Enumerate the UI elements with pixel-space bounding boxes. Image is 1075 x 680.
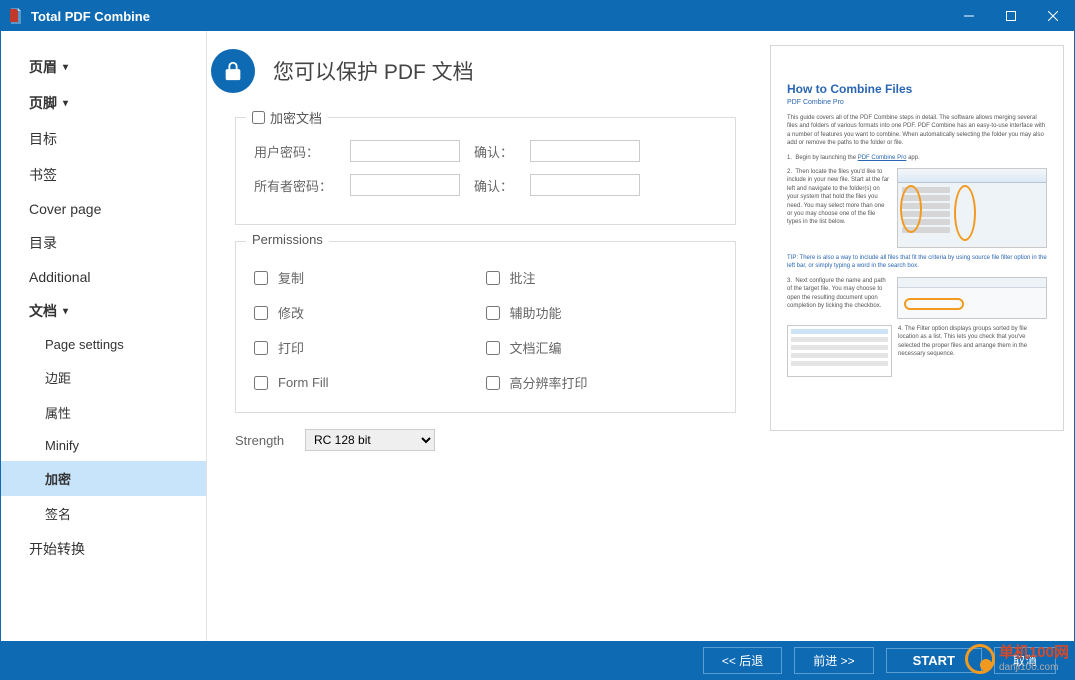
sidebar-item[interactable]: 属性	[1, 395, 206, 430]
encrypt-enable-checkbox[interactable]	[252, 111, 265, 124]
sidebar-item-label: 目标	[29, 129, 57, 149]
sidebar-item-label: 页脚	[29, 93, 57, 113]
sidebar-item[interactable]: 签名	[1, 496, 206, 531]
page-title: 您可以保护 PDF 文档	[273, 56, 474, 86]
permission-checkbox[interactable]	[486, 271, 500, 285]
permission-item[interactable]: 文档汇编	[486, 338, 718, 357]
user-password-confirm-label: 确认：	[474, 142, 530, 161]
sidebar-item-label: 加密	[45, 469, 71, 488]
sidebar-item[interactable]: 页眉 ▾	[1, 49, 206, 85]
sidebar-item-label: Cover page	[29, 201, 101, 217]
permission-item[interactable]: 辅助功能	[486, 303, 718, 322]
sidebar-item-label: Additional	[29, 269, 91, 285]
preview-subtitle: PDF Combine Pro	[787, 99, 1047, 106]
sidebar-item[interactable]: 页脚 ▾	[1, 85, 206, 121]
user-password-label: 用户密码：	[254, 142, 350, 161]
user-password-confirm-input[interactable]	[530, 140, 640, 162]
maximize-button[interactable]	[990, 1, 1032, 31]
next-button[interactable]: 前进 >>	[794, 647, 873, 674]
permissions-legend: Permissions	[252, 232, 323, 247]
app-icon	[7, 7, 25, 25]
caret-down-icon: ▾	[63, 62, 68, 73]
sidebar-item[interactable]: Cover page	[1, 193, 206, 225]
owner-password-confirm-label: 确认：	[474, 176, 530, 195]
sidebar-item-label: 文档	[29, 301, 57, 321]
sidebar-item-label: 边距	[45, 368, 71, 387]
permission-checkbox[interactable]	[254, 271, 268, 285]
preview-pane: How to Combine Files PDF Combine Pro Thi…	[770, 45, 1064, 431]
sidebar-item[interactable]: 加密	[1, 461, 206, 496]
start-button[interactable]: START	[886, 648, 982, 673]
sidebar-item-label: 签名	[45, 504, 71, 523]
back-button[interactable]: << 后退	[703, 647, 782, 674]
cancel-button[interactable]: 取消	[994, 647, 1056, 674]
permission-label: 辅助功能	[510, 303, 562, 322]
footer: << 后退 前进 >> START 取消	[1, 641, 1074, 679]
permission-label: 修改	[278, 303, 304, 322]
permission-item[interactable]: 修改	[254, 303, 486, 322]
caret-down-icon: ▾	[63, 306, 68, 317]
permission-item[interactable]: 打印	[254, 338, 486, 357]
permission-checkbox[interactable]	[486, 341, 500, 355]
permission-label: 文档汇编	[510, 338, 562, 357]
minimize-button[interactable]	[948, 1, 990, 31]
permission-label: Form Fill	[278, 375, 329, 390]
sidebar-item-label: 书签	[29, 165, 57, 185]
encrypt-legend: 加密文档	[270, 108, 322, 127]
owner-password-label: 所有者密码：	[254, 176, 350, 195]
window-title: Total PDF Combine	[31, 9, 150, 24]
permission-item[interactable]: 高分辨率打印	[486, 373, 718, 392]
sidebar-item[interactable]: Minify	[1, 430, 206, 461]
sidebar: 页眉 ▾ 页脚 ▾ 目标书签 Cover page 目录 Additional 文档 ▾ Page …	[1, 31, 207, 641]
sidebar-item[interactable]: Page settings	[1, 329, 206, 360]
sidebar-item[interactable]: 目录	[1, 225, 206, 261]
strength-select[interactable]: RC 128 bit	[305, 429, 435, 451]
sidebar-item[interactable]: 文档 ▾	[1, 293, 206, 329]
permissions-fieldset: Permissions 复制批注修改辅助功能打印文档汇编Form Fill高分辨…	[235, 241, 736, 413]
sidebar-item[interactable]: 书签	[1, 157, 206, 193]
permission-label: 复制	[278, 268, 304, 287]
close-button[interactable]	[1032, 1, 1074, 31]
permission-checkbox[interactable]	[254, 341, 268, 355]
permission-checkbox[interactable]	[486, 306, 500, 320]
lock-icon	[211, 49, 255, 93]
sidebar-item[interactable]: 边距	[1, 360, 206, 395]
permission-label: 打印	[278, 338, 304, 357]
permission-checkbox[interactable]	[254, 376, 268, 390]
sidebar-item-label: 页眉	[29, 57, 57, 77]
sidebar-item[interactable]: Additional	[1, 261, 206, 293]
owner-password-confirm-input[interactable]	[530, 174, 640, 196]
permission-checkbox[interactable]	[254, 306, 268, 320]
permission-item[interactable]: 批注	[486, 268, 718, 287]
preview-title: How to Combine Files	[787, 82, 1047, 96]
sidebar-item[interactable]: 目标	[1, 121, 206, 157]
encrypt-fieldset: 加密文档 用户密码： 确认： 所有者密码： 确认：	[235, 117, 736, 225]
permission-label: 高分辨率打印	[510, 373, 588, 392]
owner-password-input[interactable]	[350, 174, 460, 196]
permission-item[interactable]: Form Fill	[254, 373, 486, 392]
permission-item[interactable]: 复制	[254, 268, 486, 287]
permission-label: 批注	[510, 268, 536, 287]
sidebar-item[interactable]: 开始转换	[1, 531, 206, 567]
caret-down-icon: ▾	[63, 98, 68, 109]
sidebar-item-label: 目录	[29, 233, 57, 253]
user-password-input[interactable]	[350, 140, 460, 162]
sidebar-item-label: 属性	[45, 403, 71, 422]
titlebar: Total PDF Combine	[1, 1, 1074, 31]
sidebar-item-label: Page settings	[45, 337, 124, 352]
permission-checkbox[interactable]	[486, 376, 500, 390]
sidebar-item-label: Minify	[45, 438, 79, 453]
strength-label: Strength	[235, 433, 305, 448]
sidebar-item-label: 开始转换	[29, 539, 85, 559]
